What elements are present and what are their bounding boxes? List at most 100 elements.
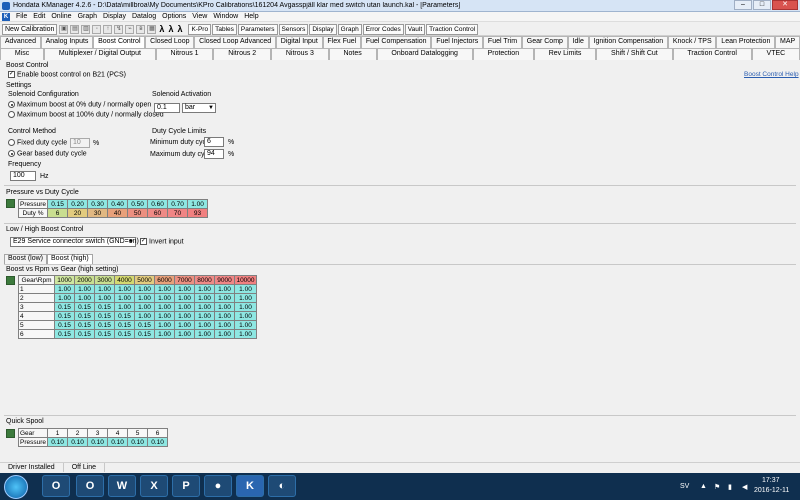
tab-rev-limits[interactable]: Rev Limits <box>533 48 597 60</box>
boost-cell[interactable]: 0.15 <box>54 329 75 339</box>
subtab-boost-low[interactable]: Boost (low) <box>4 254 48 264</box>
boost-cell[interactable]: 0.15 <box>114 329 135 339</box>
boost-cell[interactable]: 1.00 <box>194 320 215 330</box>
tab-fuel-injectors[interactable]: Fuel Injectors <box>431 36 484 48</box>
boost-cell[interactable]: 1.00 <box>214 329 235 339</box>
menu-edit[interactable]: Edit <box>33 13 45 20</box>
boost-cell[interactable]: 1.00 <box>214 311 235 321</box>
boost-cell[interactable]: 1.00 <box>134 293 155 303</box>
tab-closed-loop-advanced[interactable]: Closed Loop Advanced <box>194 36 276 48</box>
fixed-duty-row[interactable]: Fixed duty cycle <box>8 139 67 146</box>
boost-cell[interactable]: 1.00 <box>234 311 257 321</box>
enable-boost-row[interactable]: ✓ Enable boost control on B21 (PCS) <box>8 71 126 78</box>
toolbar-tab-kpro[interactable]: K-Pro <box>188 23 212 35</box>
boost-cell[interactable]: 1.00 <box>134 284 155 294</box>
boost-cell[interactable]: 0.15 <box>94 329 115 339</box>
pvd-duty-cell[interactable]: 30 <box>87 208 109 218</box>
plug-icon[interactable]: ⌁ <box>125 24 135 34</box>
boost-cell[interactable]: 1.00 <box>174 284 195 294</box>
toolbar-tab-traction-control[interactable]: Traction Control <box>426 23 479 35</box>
tab-vtec[interactable]: VTEC <box>751 48 800 60</box>
close-button[interactable]: ✕ <box>772 0 798 10</box>
boost-cell[interactable]: 1.00 <box>194 284 215 294</box>
tab-advanced[interactable]: Advanced <box>0 36 41 48</box>
boost-cell[interactable]: 1.00 <box>214 293 235 303</box>
tab-ignition-compensation[interactable]: Ignition Compensation <box>588 36 669 48</box>
boost-cell[interactable]: 0.15 <box>74 329 95 339</box>
boost-cell[interactable]: 1.00 <box>214 284 235 294</box>
keyboard-language[interactable]: SV <box>680 483 689 490</box>
tab-nitrous-1[interactable]: Nitrous 1 <box>155 48 214 60</box>
gear-based-row[interactable]: Gear based duty cycle <box>8 150 87 157</box>
clock-time[interactable]: 17:37 <box>762 477 780 484</box>
menu-help[interactable]: Help <box>244 13 258 20</box>
menu-options[interactable]: Options <box>162 13 186 20</box>
boost-cell[interactable]: 0.15 <box>114 320 135 330</box>
boost-cell[interactable]: 1.00 <box>154 311 175 321</box>
pvd-duty-cell[interactable]: 70 <box>167 208 189 218</box>
boost-cell[interactable]: 1.00 <box>154 302 175 312</box>
boost-cell[interactable]: 1.00 <box>154 284 175 294</box>
tab-protection[interactable]: Protection <box>472 48 534 60</box>
quickspool-pressure-cell[interactable]: 0.10 <box>147 437 169 447</box>
tab-map[interactable]: MAP <box>775 36 800 48</box>
taskbar-kmanager-icon[interactable]: K <box>236 475 264 497</box>
tab-notes[interactable]: Notes <box>328 48 377 60</box>
quickspool-pressure-cell[interactable]: 0.10 <box>67 437 89 447</box>
boost-cell[interactable]: 1.00 <box>154 329 175 339</box>
activation-input[interactable]: 0.1 <box>154 103 180 113</box>
boost-cell[interactable]: 1.00 <box>134 311 155 321</box>
boost-cell[interactable]: 1.00 <box>114 302 135 312</box>
boost-cell[interactable]: 0.15 <box>54 302 75 312</box>
boost-cell[interactable]: 1.00 <box>74 284 95 294</box>
quickspool-pressure-cell[interactable]: 0.10 <box>107 437 129 447</box>
tab-nitrous-3[interactable]: Nitrous 3 <box>271 48 329 60</box>
tab-nitrous-2[interactable]: Nitrous 2 <box>213 48 272 60</box>
menu-graph[interactable]: Graph <box>78 13 97 20</box>
start-button[interactable] <box>4 475 28 499</box>
boost-cell[interactable]: 0.15 <box>94 311 115 321</box>
lambda-2-icon[interactable]: λ <box>167 24 174 34</box>
toolbar-tab-graph[interactable]: Graph <box>337 23 362 35</box>
quickspool-pressure-cell[interactable]: 0.10 <box>87 437 109 447</box>
toolbar-tab-tables[interactable]: Tables <box>212 23 237 35</box>
pvd-duty-cell[interactable]: 60 <box>147 208 169 218</box>
boost-cell[interactable]: 1.00 <box>234 320 257 330</box>
boost-cell[interactable]: 0.15 <box>94 320 115 330</box>
minimize-button[interactable]: – <box>734 0 752 10</box>
rpm-grid-icon[interactable] <box>6 276 15 285</box>
pvd-duty-cell[interactable]: 6 <box>47 208 69 218</box>
toolbar-tab-vault[interactable]: Vault <box>404 23 426 35</box>
boost-cell[interactable]: 1.00 <box>174 293 195 303</box>
boost-cell[interactable]: 1.00 <box>194 311 215 321</box>
clock-date[interactable]: 2016-12-11 <box>754 487 789 494</box>
pvd-grid-icon[interactable] <box>6 199 15 208</box>
tab-multiplexer[interactable]: Multiplexer / Digital Output <box>44 48 156 60</box>
tab-lean-protection[interactable]: Lean Protection <box>716 36 776 48</box>
pvd-pressure-cell[interactable]: 0.20 <box>67 199 89 209</box>
boost-cell[interactable]: 1.00 <box>214 302 235 312</box>
tab-fuel-trim[interactable]: Fuel Trim <box>483 36 522 48</box>
pvd-duty-cell[interactable]: 20 <box>67 208 89 218</box>
taskbar-excel-icon[interactable]: X <box>140 475 168 497</box>
boost-cell[interactable]: 0.15 <box>134 329 155 339</box>
tab-knock-tps[interactable]: Knock / TPS <box>668 36 717 48</box>
opt-max-open-radio[interactable] <box>8 101 15 108</box>
open-folder-icon[interactable]: ▣ <box>59 24 69 34</box>
grid-icon[interactable]: ▦ <box>147 24 157 34</box>
boost-cell[interactable]: 1.00 <box>214 320 235 330</box>
menu-display[interactable]: Display <box>103 13 126 20</box>
quickspool-pressure-cell[interactable]: 0.10 <box>47 437 69 447</box>
tab-gear-comp[interactable]: Gear Comp <box>521 36 568 48</box>
boost-cell[interactable]: 0.15 <box>74 311 95 321</box>
network-icon[interactable]: ▮ <box>728 483 732 491</box>
tab-fuel-compensation[interactable]: Fuel Compensation <box>361 36 432 48</box>
taskbar-explorer-icon[interactable]: O <box>42 475 70 497</box>
menu-window[interactable]: Window <box>213 13 238 20</box>
boost-cell[interactable]: 1.00 <box>54 293 75 303</box>
taskbar-paint-icon[interactable]: ◐ <box>268 475 296 497</box>
pvd-pressure-cell[interactable]: 0.30 <box>87 199 109 209</box>
bluetooth-icon[interactable]: ʙ <box>136 24 146 34</box>
boost-cell[interactable]: 1.00 <box>174 320 195 330</box>
boost-cell[interactable]: 1.00 <box>74 293 95 303</box>
